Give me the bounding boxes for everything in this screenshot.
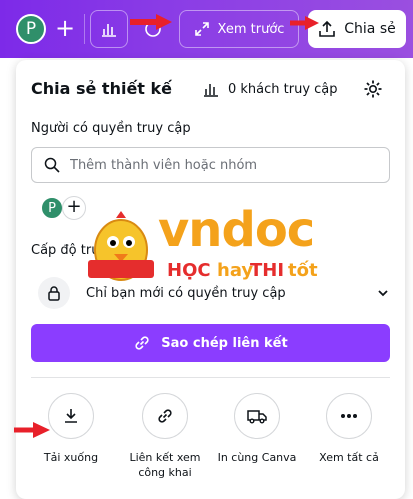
link-icon <box>135 336 149 350</box>
download-label: Tải xuống <box>43 451 99 464</box>
see-all-action[interactable]: Xem tất cả <box>304 393 394 465</box>
annotation-arrow <box>130 14 172 30</box>
copy-link-button[interactable]: Sao chép liên kết <box>31 324 390 362</box>
panel-title: Chia sẻ thiết kế <box>31 79 173 98</box>
access-level-label: Cấp độ truy cập <box>31 243 135 258</box>
more-icon <box>326 393 372 439</box>
download-icon <box>48 393 94 439</box>
access-label: Người có quyền truy cập <box>31 121 191 136</box>
search-icon <box>44 157 60 173</box>
share-button[interactable]: Chia sẻ <box>308 10 406 48</box>
insights-button[interactable] <box>90 10 128 48</box>
member-search[interactable] <box>31 147 390 183</box>
bar-chart-icon <box>102 24 116 37</box>
link-icon <box>142 393 188 439</box>
truck-icon <box>234 393 280 439</box>
public-link-label: Liên kết xem công khai <box>129 451 201 479</box>
share-label: Chia sẻ <box>344 21 396 37</box>
access-level-select[interactable]: Chỉ bạn mới có quyền truy cập <box>38 276 390 310</box>
toolbar-divider <box>84 14 85 44</box>
upload-icon <box>319 20 336 37</box>
add-member-button[interactable]: + <box>62 196 86 220</box>
annotation-arrow <box>14 422 50 438</box>
visitors-count: 0 khách truy cập <box>228 81 338 97</box>
add-collaborator-button[interactable]: + <box>51 15 79 43</box>
expand-icon <box>194 22 209 36</box>
access-level-value: Chỉ bạn mới có quyền truy cập <box>86 285 286 301</box>
divider <box>31 377 390 378</box>
gear-icon[interactable] <box>362 78 384 100</box>
top-toolbar: P + Xem trước Chia sẻ <box>0 0 413 58</box>
print-label: In cùng Canva <box>217 451 297 464</box>
share-panel: Chia sẻ thiết kế 0 khách truy cập Người … <box>16 60 405 499</box>
annotation-arrow <box>290 16 319 30</box>
lock-icon <box>38 277 70 309</box>
member-avatar[interactable]: P <box>40 196 64 220</box>
see-all-label: Xem tất cả <box>319 451 379 464</box>
bar-chart-icon <box>204 84 218 97</box>
chevron-down-icon <box>378 290 388 297</box>
copy-link-label: Sao chép liên kết <box>161 335 288 351</box>
preview-button[interactable]: Xem trước <box>179 10 299 48</box>
print-action[interactable]: In cùng Canva <box>212 393 302 465</box>
public-link-action[interactable]: Liên kết xem công khai <box>120 393 210 480</box>
user-avatar[interactable]: P <box>16 14 46 44</box>
preview-label: Xem trước <box>217 21 285 37</box>
visitors-button[interactable]: 0 khách truy cập <box>202 80 338 98</box>
member-search-input[interactable] <box>70 157 370 173</box>
